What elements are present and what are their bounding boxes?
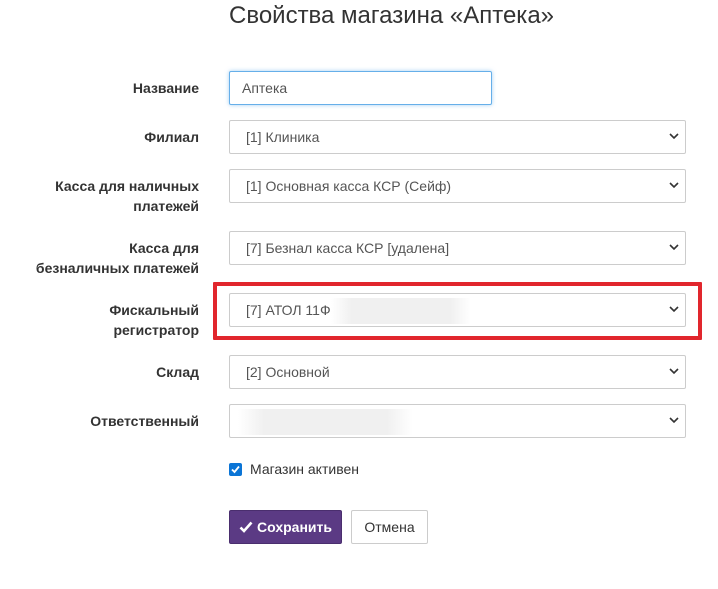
cash-desk-select-value: [1] Основная касса КСР (Сейф) [246, 178, 452, 194]
noncash-desk-select[interactable]: [7] Безнал касса КСР [удалена] [229, 231, 686, 265]
save-button-label: Сохранить [257, 519, 332, 535]
active-checkbox-row: Магазин активен [229, 461, 359, 477]
warehouse-label: Склад [156, 364, 199, 380]
responsible-select[interactable] [229, 404, 686, 438]
chevron-down-icon [669, 182, 679, 189]
chevron-down-icon [669, 133, 679, 140]
warehouse-select-value: [2] Основной [246, 364, 330, 380]
branch-select[interactable]: [1] Клиника [229, 120, 686, 154]
cancel-button[interactable]: Отмена [351, 510, 428, 544]
cash-label-line2: платежей [133, 198, 199, 214]
redacted-area [238, 409, 413, 436]
fiscal-label: Фискальный регистратор [0, 300, 199, 340]
name-label: Название [132, 80, 199, 96]
responsible-label: Ответственный [90, 413, 199, 429]
fiscal-label-line2: регистратор [113, 322, 199, 338]
cancel-button-label: Отмена [364, 519, 415, 535]
noncash-label-line2: безналичных платежей [35, 260, 199, 276]
branch-select-value: [1] Клиника [246, 129, 320, 145]
check-icon [239, 521, 253, 533]
active-checkbox[interactable] [229, 462, 242, 476]
branch-label: Филиал [144, 129, 199, 145]
chevron-down-icon [669, 417, 679, 424]
save-button[interactable]: Сохранить [229, 510, 342, 544]
name-input[interactable]: Аптека [229, 71, 492, 105]
cash-label: Касса для наличных платежей [0, 176, 199, 216]
active-checkbox-label: Магазин активен [250, 461, 359, 477]
noncash-desk-select-value: [7] Безнал касса КСР [удалена] [246, 240, 450, 256]
checkmark-icon [231, 465, 240, 473]
fiscal-label-line1: Фискальный [109, 302, 199, 318]
highlight-box [213, 282, 702, 340]
chevron-down-icon [669, 368, 679, 375]
page-title: Свойства магазина «Аптека» [229, 2, 555, 29]
warehouse-select[interactable]: [2] Основной [229, 355, 686, 389]
cash-label-line1: Касса для наличных [55, 178, 199, 194]
noncash-label: Касса для безналичных платежей [0, 238, 199, 278]
noncash-label-line1: Касса для [129, 240, 199, 256]
chevron-down-icon [669, 244, 679, 251]
cash-desk-select[interactable]: [1] Основная касса КСР (Сейф) [229, 169, 686, 203]
